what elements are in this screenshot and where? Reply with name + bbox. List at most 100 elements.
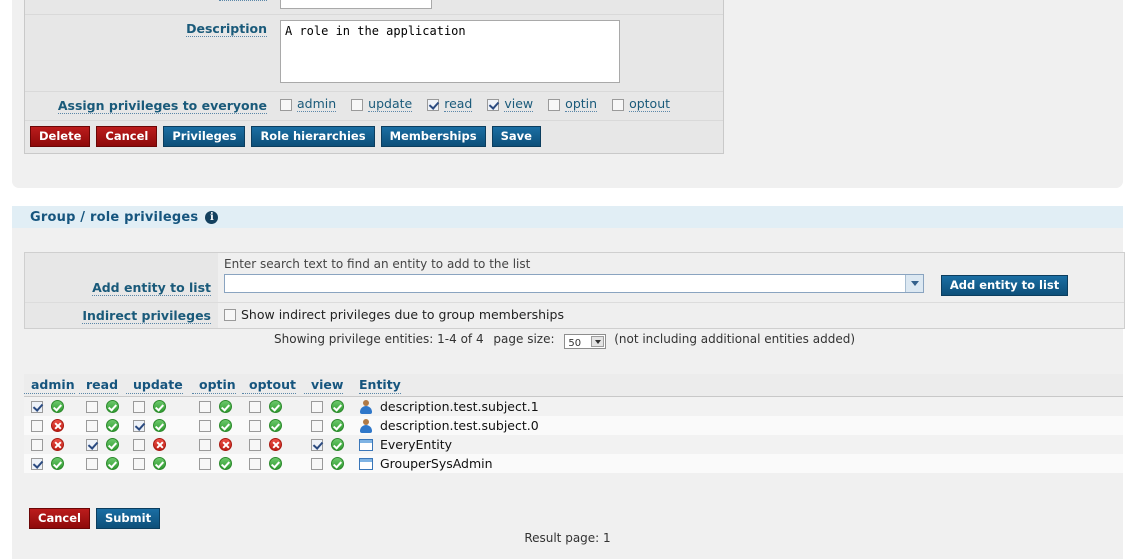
column-header-label-update: update: [126, 377, 183, 394]
privilege-checkbox-admin[interactable]: [31, 419, 43, 432]
cancel-button[interactable]: Cancel: [96, 126, 158, 147]
privileges-table-body: description.test.subject.1 description.te…: [24, 396, 1123, 473]
privilege-checkbox-optin[interactable]: [199, 419, 211, 432]
privilege-cell-view: [304, 454, 351, 473]
role-edit-form: Description Assign privileges to everyon…: [24, 0, 724, 154]
privilege-checkbox-read[interactable]: [86, 400, 98, 413]
privilege-cell-admin: [24, 454, 79, 473]
page-size-chevron-down-icon[interactable]: [591, 336, 605, 347]
add-entity-combobox[interactable]: [224, 274, 924, 293]
privileges-footer-button-bar: Cancel Submit: [24, 504, 1123, 529]
column-header-optout[interactable]: optout: [242, 374, 304, 397]
column-header-view[interactable]: view: [304, 374, 351, 397]
indirect-privileges-row: Indirect privileges Show indirect privil…: [25, 303, 1124, 328]
privilege-checkbox-update[interactable]: [133, 419, 145, 432]
everyone-privilege-admin[interactable]: admin: [280, 96, 337, 112]
checkbox-read[interactable]: [427, 98, 440, 111]
privilege-checkbox-optout[interactable]: [249, 438, 261, 451]
privilege-checkbox-optin[interactable]: [199, 400, 211, 413]
entity-cell: EveryEntity: [351, 435, 1123, 454]
privileges-search-box: Add entity to list Enter search text to …: [24, 252, 1125, 329]
privilege-checkbox-update[interactable]: [133, 400, 145, 413]
privilege-checkbox-admin[interactable]: [31, 400, 43, 413]
privilege-cell-admin: [24, 416, 79, 435]
clipped-input[interactable]: [280, 0, 432, 9]
role-hierarchies-button[interactable]: Role hierarchies: [251, 126, 375, 147]
entity-name[interactable]: description.test.subject.0: [380, 418, 539, 433]
page-size-select[interactable]: 50: [564, 334, 607, 349]
indirect-privileges-label-cell: Indirect privileges: [25, 303, 218, 328]
everyone-privilege-optout[interactable]: optout: [612, 97, 671, 112]
privilege-cell-optin: [192, 396, 242, 416]
privilege-checkbox-view[interactable]: [311, 400, 323, 413]
chevron-down-icon[interactable]: [905, 275, 923, 292]
status-check-icon: [153, 419, 166, 432]
privilege-cell-optout: [242, 454, 304, 473]
privilege-checkbox-optout[interactable]: [249, 400, 261, 413]
column-header-optin[interactable]: optin: [192, 374, 242, 397]
privilege-checkbox-view[interactable]: [311, 438, 323, 451]
cancel-button[interactable]: Cancel: [29, 508, 90, 529]
privilege-checkbox-update[interactable]: [133, 457, 145, 470]
entity-name[interactable]: description.test.subject.1: [380, 399, 539, 414]
description-label-cell: Description: [25, 15, 275, 91]
add-entity-value-cell: Enter search text to find an entity to a…: [218, 253, 1124, 302]
status-check-icon: [331, 419, 344, 432]
add-entity-to-list-button[interactable]: Add entity to list: [940, 274, 1069, 296]
checkbox-view[interactable]: [487, 98, 500, 111]
submit-button[interactable]: Submit: [95, 508, 161, 529]
showing-note: (not including additional entities added…: [614, 332, 855, 346]
privilege-checkbox-read[interactable]: [86, 419, 98, 432]
table-row: EveryEntity: [24, 435, 1123, 454]
info-icon[interactable]: i: [205, 210, 219, 224]
everyone-privilege-read[interactable]: read: [427, 97, 473, 112]
indirect-privileges-value-cell: Show indirect privileges due to group me…: [218, 303, 1124, 328]
checkbox-optin[interactable]: [548, 98, 561, 111]
column-header-read[interactable]: read: [79, 374, 126, 397]
privilege-cell-view: [304, 435, 351, 454]
page-root: Description Assign privileges to everyon…: [0, 0, 1134, 559]
privilege-cell-read: [79, 454, 126, 473]
privileges-table: admin read update optin optout view Entity des…: [24, 374, 1123, 473]
column-header-entity[interactable]: Entity: [351, 374, 1123, 397]
description-textarea[interactable]: [280, 20, 620, 83]
privilege-checkbox-view[interactable]: [311, 457, 323, 470]
delete-button[interactable]: Delete: [30, 126, 91, 147]
privileges-panel-header: Group / role privileges i: [12, 206, 1123, 228]
everyone-privilege-update[interactable]: update: [351, 97, 413, 112]
privilege-cell-update: [126, 454, 192, 473]
privilege-checkbox-read[interactable]: [86, 438, 98, 451]
privilege-cell-optout: [242, 416, 304, 435]
privileges-button[interactable]: Privileges: [163, 126, 246, 147]
privilege-cell-optin: [192, 416, 242, 435]
privilege-checkbox-optout[interactable]: [249, 419, 261, 432]
privilege-checkbox-optin[interactable]: [199, 457, 211, 470]
entity-cell: description.test.subject.1: [351, 396, 1123, 416]
checkbox-optout[interactable]: [612, 98, 625, 111]
entity-name[interactable]: EveryEntity: [380, 437, 452, 452]
column-header-update[interactable]: update: [126, 374, 192, 397]
privilege-checkbox-admin[interactable]: [31, 457, 43, 470]
checkbox-admin[interactable]: [280, 98, 292, 111]
column-header-admin[interactable]: admin: [24, 374, 79, 397]
everyone-privilege-optin[interactable]: optin: [548, 97, 598, 112]
save-button[interactable]: Save: [491, 126, 541, 147]
column-header-label-view: view: [304, 377, 344, 394]
privilege-checkbox-optin[interactable]: [199, 438, 211, 451]
showing-entities-line: Showing privilege entities: 1-4 of 4 pag…: [12, 332, 1123, 349]
description-value-cell: [275, 15, 723, 91]
privilege-label-admin: admin: [297, 96, 337, 112]
privilege-checkbox-update[interactable]: [133, 438, 145, 451]
entity-name[interactable]: GrouperSysAdmin: [380, 456, 493, 471]
memberships-button[interactable]: Memberships: [380, 126, 486, 147]
privilege-checkbox-read[interactable]: [86, 457, 98, 470]
privilege-checkbox-view[interactable]: [311, 419, 323, 432]
everyone-privilege-view[interactable]: view: [487, 97, 534, 112]
status-check-icon: [219, 400, 232, 413]
privilege-checkbox-admin[interactable]: [31, 438, 43, 451]
form-row-assign-everyone: Assign privileges to everyone admin updat…: [25, 92, 723, 121]
privilege-checkbox-optout[interactable]: [249, 457, 261, 470]
checkbox-update[interactable]: [351, 98, 364, 111]
show-indirect-privileges-checkbox[interactable]: [224, 308, 236, 321]
column-header-label-read: read: [79, 377, 119, 394]
